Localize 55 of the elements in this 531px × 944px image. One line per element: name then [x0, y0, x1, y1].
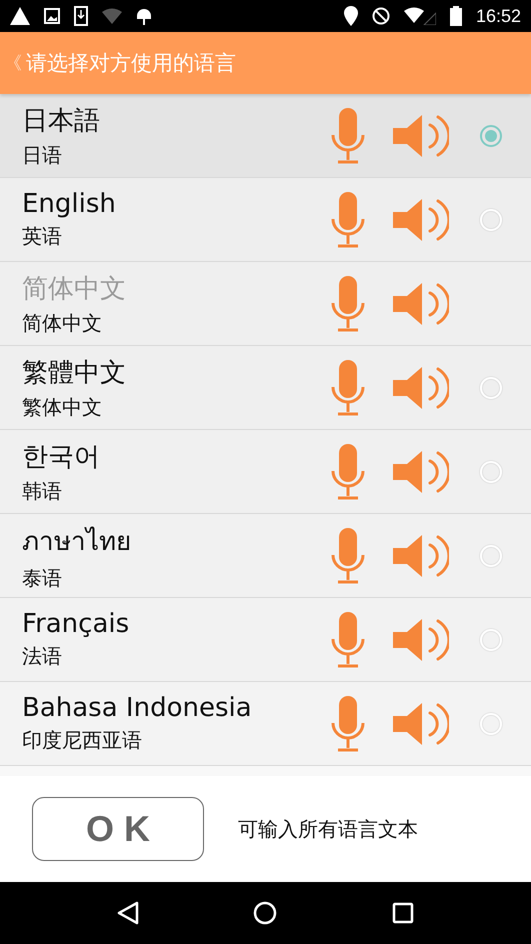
language-translation: 日语	[22, 142, 62, 168]
speaker-icon[interactable]	[393, 618, 449, 660]
download-icon	[74, 6, 88, 26]
hint-text: 可输入所有语言文本	[238, 816, 418, 842]
wifi-icon	[102, 8, 122, 24]
language-translation: 印度尼西亚语	[22, 727, 142, 754]
recents-icon[interactable]	[392, 902, 414, 924]
language-row[interactable]: 繁體中文 繁体中文	[0, 346, 531, 430]
warning-icon	[10, 7, 30, 25]
microphone-icon[interactable]	[331, 108, 365, 164]
speaker-icon[interactable]	[393, 450, 449, 492]
language-row[interactable]: Bahasa Indonesia 印度尼西亚语	[0, 682, 531, 766]
language-translation: 泰语	[22, 564, 62, 592]
language-translation: 简体中文	[22, 310, 102, 336]
page-title: 请选择对方使用的语言	[26, 50, 236, 77]
ok-button[interactable]: O K	[32, 797, 204, 861]
language-name: ภาษาไทย	[22, 526, 131, 558]
image-icon	[44, 8, 60, 24]
language-name: English	[22, 189, 116, 219]
speaker-icon[interactable]	[393, 702, 449, 744]
language-name: 繁體中文	[22, 356, 126, 390]
speaker-icon[interactable]	[393, 114, 449, 156]
clock: 16:52	[476, 6, 521, 26]
microphone-icon[interactable]	[331, 612, 365, 668]
language-row[interactable]: 日本語 日语	[0, 94, 531, 178]
blocked-icon	[372, 7, 390, 25]
microphone-icon[interactable]	[331, 444, 365, 500]
speaker-icon[interactable]	[393, 282, 449, 324]
speaker-icon[interactable]	[393, 366, 449, 408]
speaker-icon[interactable]	[393, 198, 449, 240]
radio-button[interactable]	[480, 124, 502, 146]
language-translation: 韩语	[22, 478, 62, 504]
language-translation: 法语	[22, 643, 62, 670]
speaker-icon[interactable]	[393, 534, 449, 576]
location-icon	[344, 6, 358, 26]
microphone-icon[interactable]	[331, 696, 365, 752]
language-name: Bahasa Indonesia	[22, 693, 252, 723]
microphone-icon[interactable]	[331, 192, 365, 248]
language-translation: 英语	[22, 223, 62, 250]
back-icon[interactable]	[117, 901, 140, 925]
language-row[interactable]: English 英语	[0, 178, 531, 262]
language-name: 한국어	[22, 440, 100, 474]
language-row[interactable]: 한국어 韩语	[0, 430, 531, 514]
language-name: 日本語	[22, 104, 100, 138]
wifi-icon	[404, 7, 436, 25]
microphone-icon[interactable]	[331, 528, 365, 584]
microphone-icon[interactable]	[331, 360, 365, 416]
language-row[interactable]: ภาษาไทย 泰语	[0, 514, 531, 598]
language-translation: 繁体中文	[22, 394, 102, 420]
microphone-icon[interactable]	[331, 276, 365, 332]
language-name: 简体中文	[22, 272, 126, 306]
language-row[interactable]: Français 法语	[0, 598, 531, 682]
language-name: Français	[22, 609, 130, 639]
home-icon[interactable]	[253, 901, 278, 925]
battery-icon	[450, 6, 462, 26]
